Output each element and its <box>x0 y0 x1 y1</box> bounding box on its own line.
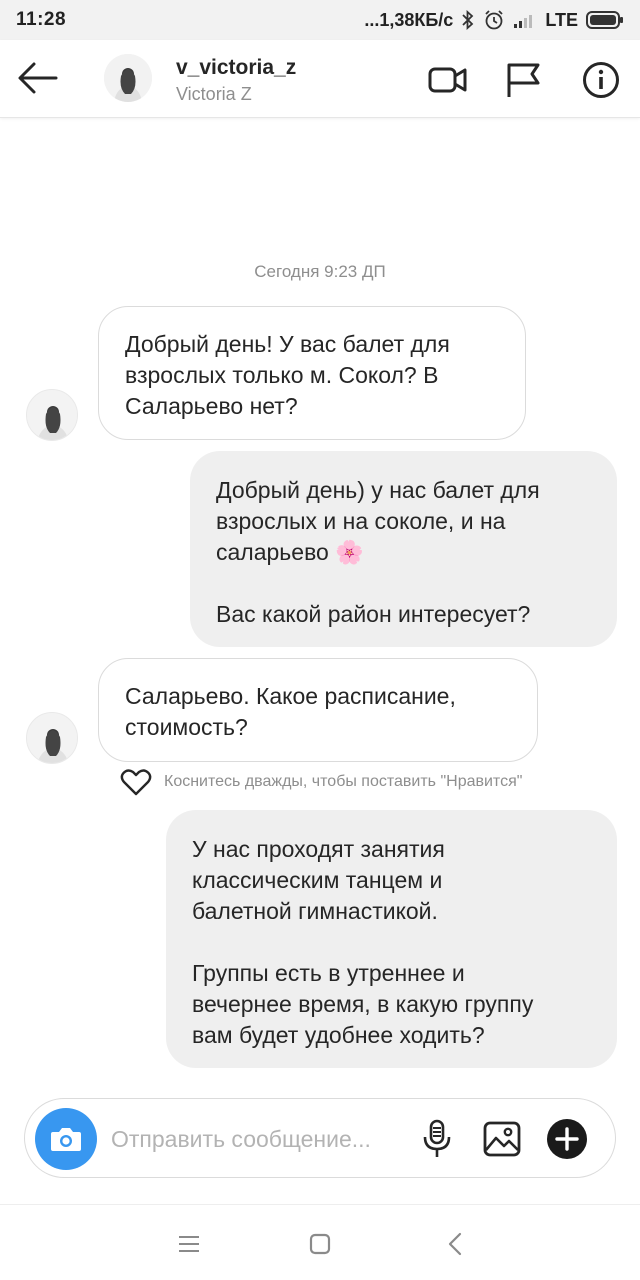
video-call-button[interactable] <box>428 60 468 100</box>
recent-apps-button[interactable] <box>174 1229 204 1259</box>
microphone-icon <box>423 1119 451 1157</box>
status-time: 11:28 <box>16 9 67 30</box>
info-button[interactable] <box>581 60 621 100</box>
profile-avatar[interactable] <box>104 54 152 102</box>
message-composer <box>24 1098 616 1178</box>
like-hint: Коснитесь дважды, чтобы поставить "Нрави… <box>120 768 522 796</box>
message-bubble-incoming[interactable]: Добрый день! У вас балет для взрослых то… <box>98 306 526 440</box>
bluetooth-icon <box>461 10 475 30</box>
sender-avatar[interactable] <box>26 712 78 764</box>
plus-icon <box>547 1119 587 1159</box>
info-icon <box>583 62 619 98</box>
home-square-icon <box>309 1233 331 1255</box>
header-fullname: Victoria Z <box>176 84 252 104</box>
video-call-icon <box>428 67 467 93</box>
network-type: LTE <box>545 9 578 30</box>
system-back-button[interactable] <box>440 1229 470 1259</box>
flag-icon <box>507 63 540 97</box>
like-hint-text: Коснитесь дважды, чтобы поставить "Нрави… <box>164 773 523 790</box>
gallery-button[interactable] <box>480 1117 524 1161</box>
heart-icon[interactable] <box>120 768 152 796</box>
back-arrow-icon <box>18 62 58 94</box>
gallery-icon <box>483 1121 521 1157</box>
back-button[interactable] <box>16 60 60 96</box>
report-button[interactable] <box>503 60 543 100</box>
chat-header: v_victoria_z Victoria Z <box>0 40 640 118</box>
message-bubble-outgoing[interactable]: У нас проходят занятия классическим танц… <box>166 810 617 1068</box>
signal-icon <box>513 11 537 29</box>
voice-message-button[interactable] <box>415 1117 459 1161</box>
menu-icon <box>179 1236 199 1252</box>
message-bubble-outgoing[interactable]: Добрый день) у нас балет для взрослых и … <box>190 451 617 647</box>
system-nav-bar <box>0 1204 640 1280</box>
more-options-button[interactable] <box>545 1117 589 1161</box>
message-input[interactable] <box>111 1121 411 1157</box>
alarm-icon <box>483 9 505 31</box>
message-thread[interactable]: Сегодня 9:23 ДП Добрый день! У вас балет… <box>0 118 640 1094</box>
status-indicators: ...1,38КБ/с LTE <box>364 9 624 31</box>
thread-timestamp: Сегодня 9:23 ДП <box>254 262 386 281</box>
battery-icon <box>586 10 624 30</box>
back-chevron-icon <box>448 1232 462 1256</box>
network-speed: ...1,38КБ/с <box>364 9 454 30</box>
home-button[interactable] <box>305 1229 335 1259</box>
sender-avatar[interactable] <box>26 389 78 441</box>
status-bar: 11:28 ...1,38КБ/с LTE <box>0 0 640 40</box>
camera-button[interactable] <box>35 1108 97 1170</box>
message-bubble-incoming[interactable]: Саларьево. Какое расписание, стоимость? <box>98 658 538 762</box>
header-username[interactable]: v_victoria_z <box>176 56 296 80</box>
camera-icon <box>51 1128 81 1151</box>
